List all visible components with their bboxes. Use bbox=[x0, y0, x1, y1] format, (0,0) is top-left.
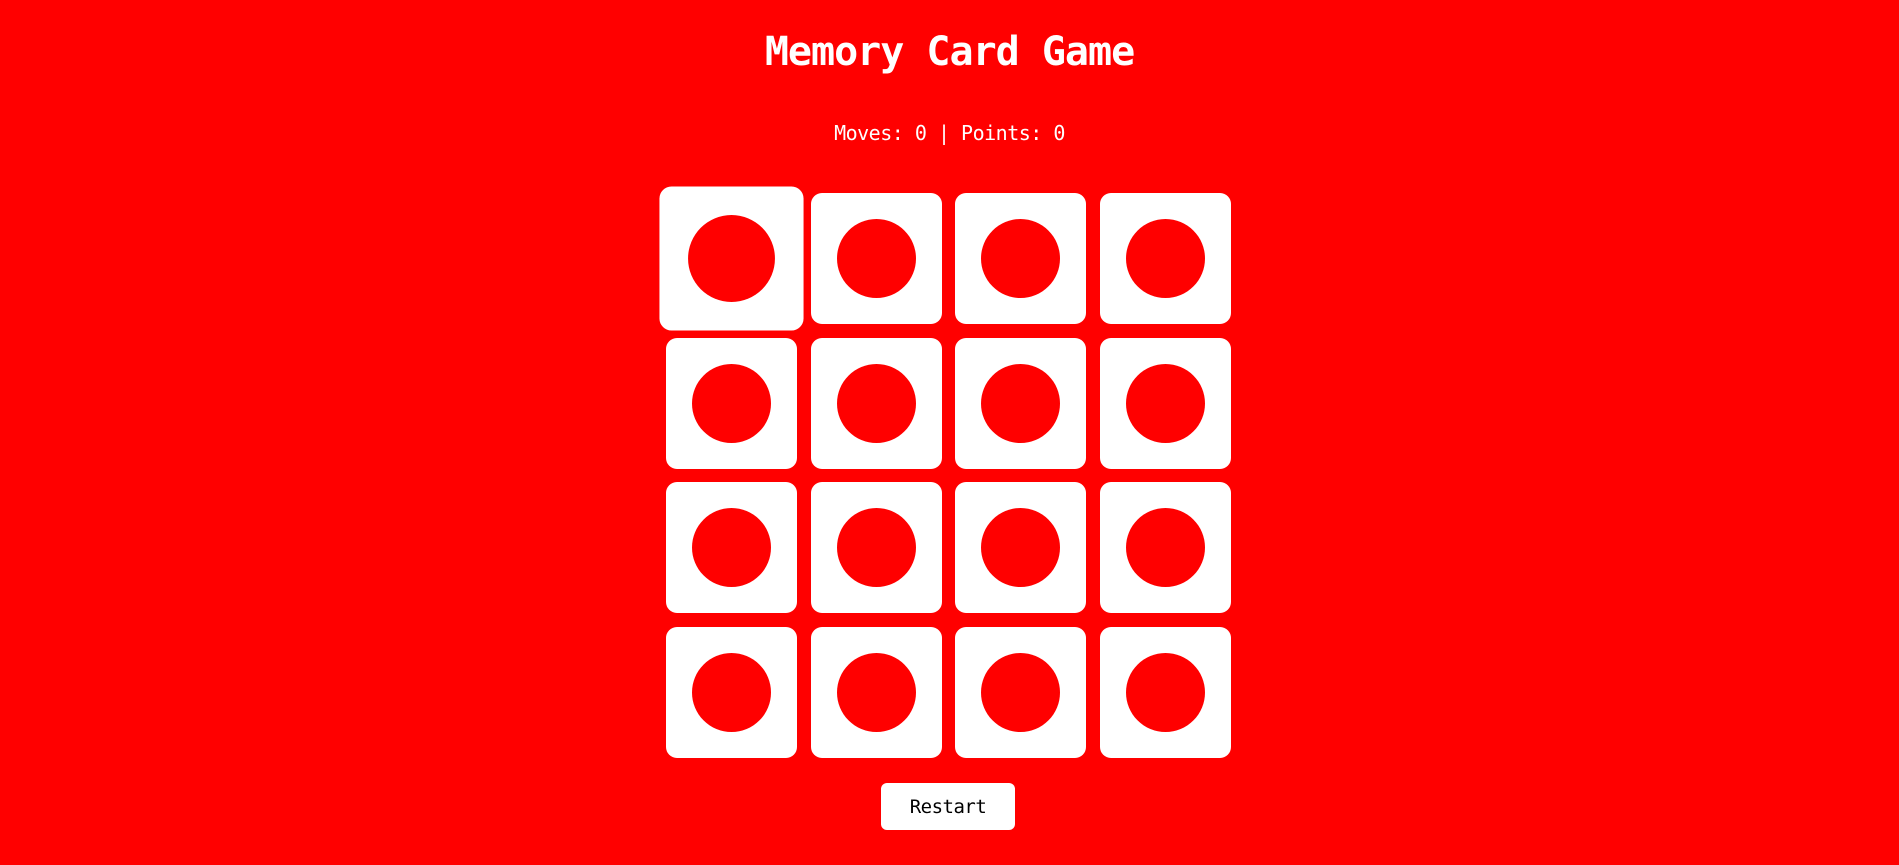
card-back-circle-icon bbox=[1125, 508, 1205, 587]
stats-separator: | bbox=[937, 121, 950, 145]
memory-card[interactable] bbox=[1099, 193, 1231, 324]
card-back-circle-icon bbox=[836, 219, 916, 298]
card-back-circle-icon bbox=[692, 363, 771, 443]
card-back-circle-icon bbox=[981, 219, 1060, 298]
card-back-circle-icon bbox=[836, 363, 916, 443]
memory-card[interactable] bbox=[666, 337, 797, 469]
card-back-circle-icon bbox=[1125, 363, 1205, 443]
memory-card[interactable] bbox=[1099, 337, 1231, 469]
moves-label: Moves: bbox=[834, 121, 904, 145]
points-label: Points: bbox=[961, 121, 1042, 145]
memory-card[interactable] bbox=[1099, 626, 1231, 758]
memory-card[interactable] bbox=[810, 193, 942, 324]
memory-card[interactable] bbox=[659, 186, 804, 331]
card-back-circle-icon bbox=[692, 652, 771, 732]
memory-card[interactable] bbox=[666, 482, 797, 613]
points-count: 0 bbox=[1053, 121, 1065, 145]
card-back-circle-icon bbox=[692, 508, 771, 587]
memory-card[interactable] bbox=[1099, 482, 1231, 613]
card-back-circle-icon bbox=[688, 215, 775, 302]
memory-card[interactable] bbox=[955, 337, 1086, 469]
memory-card[interactable] bbox=[955, 193, 1086, 324]
memory-card[interactable] bbox=[810, 337, 942, 469]
memory-card[interactable] bbox=[810, 482, 942, 613]
memory-card[interactable] bbox=[955, 482, 1086, 613]
memory-card[interactable] bbox=[666, 626, 797, 758]
card-back-circle-icon bbox=[1125, 219, 1205, 298]
card-back-circle-icon bbox=[1125, 652, 1205, 732]
moves-count: 0 bbox=[914, 121, 927, 145]
card-back-circle-icon bbox=[981, 652, 1060, 732]
score-bar: Moves: 0 | Points: 0 bbox=[0, 120, 1899, 146]
game-title: Memory Card Game bbox=[764, 29, 1135, 75]
card-back-circle-icon bbox=[836, 652, 916, 732]
card-back-circle-icon bbox=[981, 363, 1060, 443]
card-back-circle-icon bbox=[836, 508, 916, 587]
card-grid bbox=[659, 186, 1231, 758]
card-back-circle-icon bbox=[981, 508, 1060, 587]
memory-card[interactable] bbox=[955, 626, 1086, 758]
memory-card[interactable] bbox=[810, 626, 942, 758]
restart-button[interactable]: Restart bbox=[881, 783, 1015, 830]
